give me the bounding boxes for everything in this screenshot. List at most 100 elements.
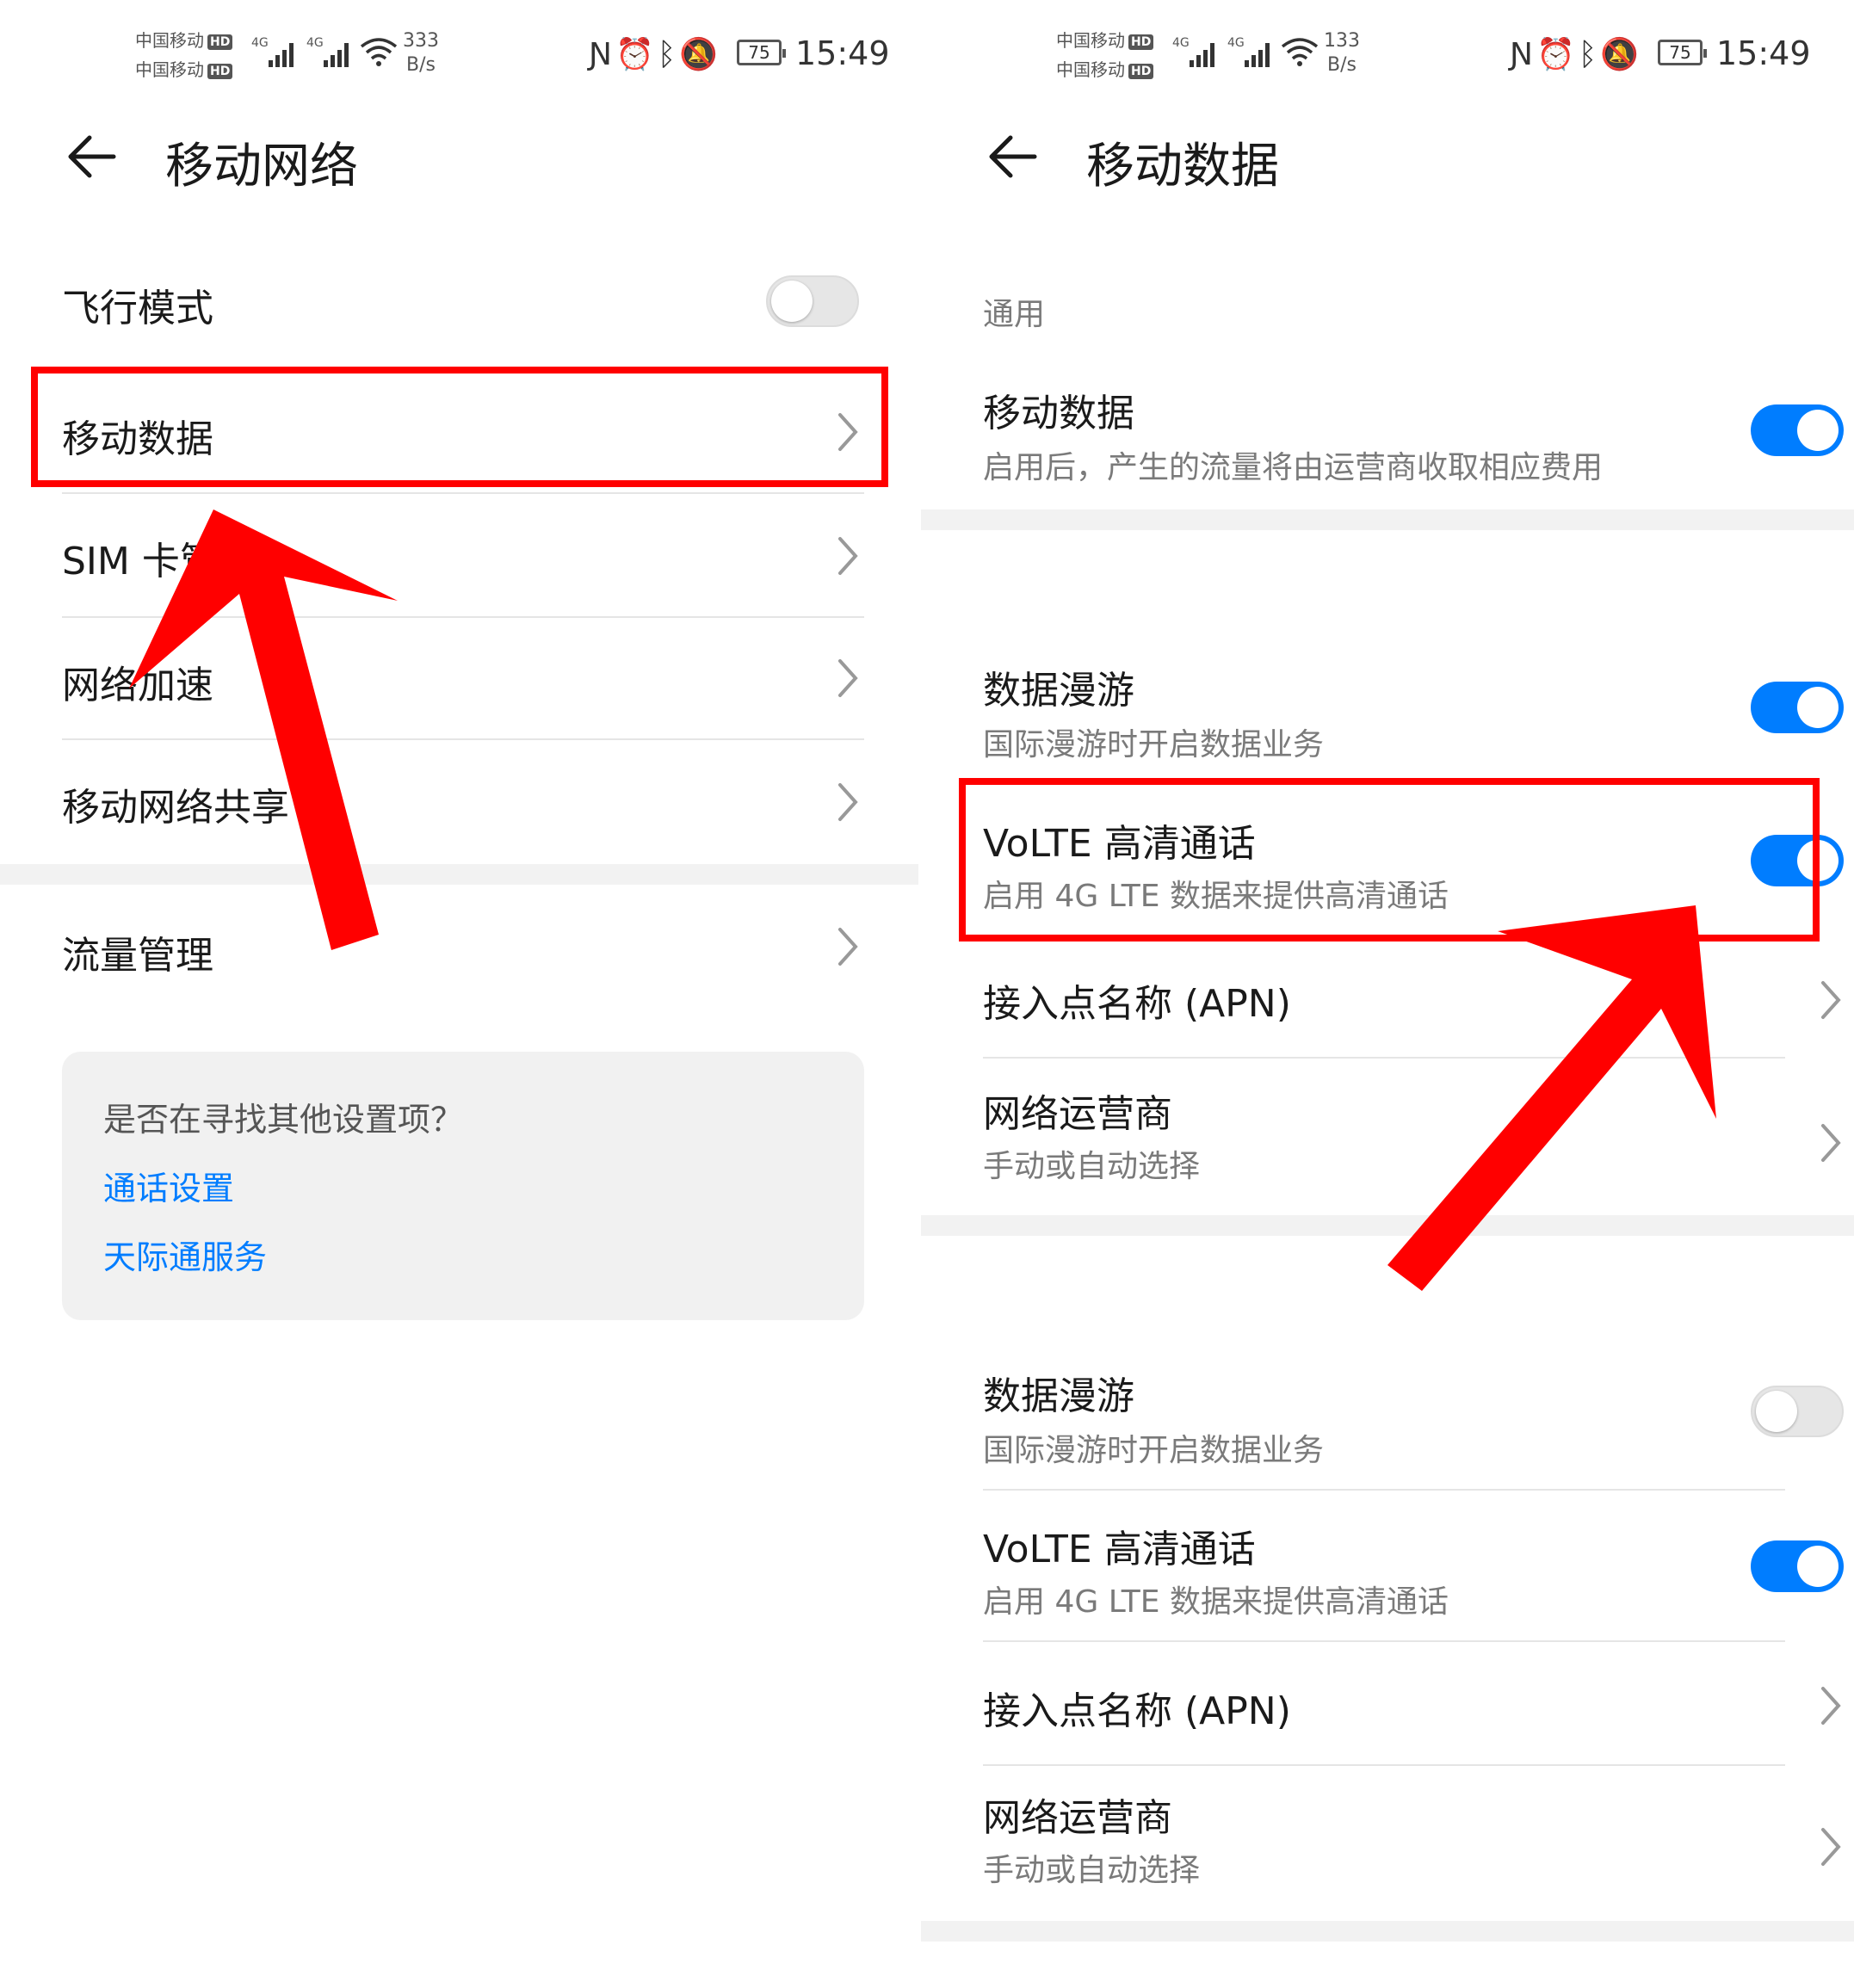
sim2-roaming-row[interactable]: 数据漫游 国际漫游时开启数据业务 xyxy=(983,1353,1854,1482)
network-type-2: 4G xyxy=(306,36,324,50)
sim1-roaming-toggle[interactable] xyxy=(1751,682,1844,733)
chevron-right-icon xyxy=(1821,1828,1841,1866)
network-acceleration-label: 网络加速 xyxy=(62,664,213,707)
carrier-2: 中国移动 xyxy=(135,59,204,80)
skytone-service-link[interactable]: 天际通服务 xyxy=(103,1231,267,1278)
divider xyxy=(983,1489,1785,1491)
right-screen: 中国移动 HD 中国移动 HD 4G 4G 133 B/s Ɲ⏰ᛒ🔕 75 15:4… xyxy=(921,0,1854,1988)
chevron-right-icon xyxy=(838,928,858,966)
tethering-row[interactable]: 移动网络共享 xyxy=(62,740,921,861)
chevron-right-icon xyxy=(838,537,858,575)
network-speed: 133 B/s xyxy=(1324,30,1360,76)
mobile-data-row[interactable]: 移动数据 启用后，产生的流量将由运营商收取相应费用 xyxy=(983,370,1854,499)
page-title: 移动数据 xyxy=(1086,139,1279,194)
divider xyxy=(62,492,864,494)
hd-badge: HD xyxy=(207,63,233,79)
nfc-icon: Ɲ xyxy=(1510,37,1536,72)
section-gap xyxy=(921,509,1854,530)
bluetooth-icon: ᛒ xyxy=(1578,37,1601,72)
network-type-1: 4G xyxy=(251,36,269,50)
signal-icon xyxy=(269,38,294,67)
sim1-carrier-title: 网络运营商 xyxy=(983,1092,1172,1136)
network-type-1: 4G xyxy=(1172,36,1190,50)
status-icons: Ɲ⏰ᛒ🔕 xyxy=(589,38,721,72)
mobile-data-title: 移动数据 xyxy=(983,392,1134,435)
divider xyxy=(983,1764,1785,1766)
battery-icon: 75 xyxy=(737,40,786,65)
wifi-icon xyxy=(1281,38,1319,66)
help-card: 是否在寻找其他设置项？ 通话设置 天际通服务 xyxy=(62,1052,864,1320)
sim1-apn-row[interactable]: 接入点名称 (APN) xyxy=(983,943,1854,1055)
clock: 15:49 xyxy=(795,34,890,72)
alarm-icon: ⏰ xyxy=(1536,37,1579,72)
section-gap xyxy=(921,1215,1854,1236)
data-usage-row[interactable]: 流量管理 xyxy=(62,886,921,1007)
airplane-mode-toggle[interactable] xyxy=(766,275,859,327)
sim2-carrier-subtitle: 手动或自动选择 xyxy=(983,1853,1201,1888)
nfc-icon: Ɲ xyxy=(589,37,615,72)
mobile-data-subtitle: 启用后，产生的流量将由运营商收取相应费用 xyxy=(983,450,1604,485)
app-bar: 移动网络 xyxy=(0,120,921,198)
chevron-right-icon xyxy=(838,659,858,697)
mobile-data-toggle[interactable] xyxy=(1751,404,1844,456)
back-arrow-icon[interactable] xyxy=(986,131,1038,182)
chevron-right-icon xyxy=(838,783,858,821)
alarm-icon: ⏰ xyxy=(615,37,658,72)
mute-icon: 🔕 xyxy=(679,37,722,72)
highlight-box xyxy=(31,367,888,487)
data-usage-label: 流量管理 xyxy=(62,934,213,978)
hd-badge: HD xyxy=(1128,63,1154,79)
airplane-mode-label: 飞行模式 xyxy=(62,287,213,330)
sim1-roaming-title: 数据漫游 xyxy=(983,669,1134,713)
section-gap xyxy=(921,1921,1854,1942)
clock: 15:49 xyxy=(1716,34,1811,72)
app-bar: 移动数据 xyxy=(921,120,1854,198)
battery-icon: 75 xyxy=(1658,40,1707,65)
sim2-carrier-title: 网络运营商 xyxy=(983,1796,1172,1840)
network-type-2: 4G xyxy=(1227,36,1245,50)
carrier-1: 中国移动 xyxy=(135,30,204,51)
hd-badge: HD xyxy=(207,34,233,50)
network-acceleration-row[interactable]: 网络加速 xyxy=(62,618,921,738)
page-title: 移动网络 xyxy=(165,139,358,194)
sim-management-label: SIM 卡管理 xyxy=(62,540,256,583)
hd-badge: HD xyxy=(1128,34,1154,50)
status-bar: 中国移动 HD 中国移动 HD 4G 4G 133 B/s Ɲ⏰ᛒ🔕 75 15:4… xyxy=(921,26,1854,86)
carrier-info: 中国移动 HD 中国移动 HD xyxy=(1056,26,1154,84)
sim2-volte-title: VoLTE 高清通话 xyxy=(983,1528,1256,1571)
left-screen: 中国移动 HD 中国移动 HD 4G 4G 333 B/s Ɲ⏰ᛒ🔕 75 15:4… xyxy=(0,0,921,1988)
sim2-volte-subtitle: 启用 4G LTE 数据来提供高清通话 xyxy=(983,1584,1449,1620)
sim2-volte-row[interactable]: VoLTE 高清通话 启用 4G LTE 数据来提供高清通话 xyxy=(983,1504,1854,1633)
tethering-label: 移动网络共享 xyxy=(62,786,289,830)
sim1-roaming-row[interactable]: 数据漫游 国际漫游时开启数据业务 xyxy=(983,647,1854,776)
chevron-right-icon xyxy=(1821,981,1841,1019)
sim2-apn-title: 接入点名称 (APN) xyxy=(983,1689,1291,1733)
sim2-volte-toggle[interactable] xyxy=(1751,1540,1844,1592)
sim1-roaming-subtitle: 国际漫游时开启数据业务 xyxy=(983,727,1325,762)
sim2-apn-row[interactable]: 接入点名称 (APN) xyxy=(983,1649,1854,1761)
back-arrow-icon[interactable] xyxy=(65,131,117,182)
mute-icon: 🔕 xyxy=(1600,37,1643,72)
wifi-icon xyxy=(360,38,398,66)
sim-management-row[interactable]: SIM 卡管理 xyxy=(62,496,921,616)
signal-icon xyxy=(1245,38,1270,67)
status-icons: Ɲ⏰ᛒ🔕 xyxy=(1510,38,1642,72)
network-speed: 333 B/s xyxy=(403,30,439,76)
sim2-roaming-toggle[interactable] xyxy=(1751,1386,1844,1437)
sim1-carrier-row[interactable]: 网络运营商 手动或自动选择 xyxy=(983,1067,1854,1205)
airplane-mode-row[interactable]: 飞行模式 xyxy=(62,258,921,344)
chevron-right-icon xyxy=(1821,1687,1841,1725)
signal-icon xyxy=(1190,38,1214,67)
highlight-box xyxy=(959,778,1820,942)
signal-icon xyxy=(324,38,349,67)
call-settings-link[interactable]: 通话设置 xyxy=(103,1162,234,1209)
status-bar: 中国移动 HD 中国移动 HD 4G 4G 333 B/s Ɲ⏰ᛒ🔕 75 15:4… xyxy=(0,26,921,86)
help-question: 是否在寻找其他设置项？ xyxy=(103,1101,464,1139)
sim2-roaming-title: 数据漫游 xyxy=(983,1374,1134,1418)
sim2-roaming-subtitle: 国际漫游时开启数据业务 xyxy=(983,1433,1325,1468)
section-gap xyxy=(0,864,921,885)
section-label-general: 通用 xyxy=(983,297,1046,332)
sim2-carrier-row[interactable]: 网络运营商 手动或自动选择 xyxy=(983,1773,1854,1911)
carrier-2: 中国移动 xyxy=(1056,59,1125,80)
carrier-1: 中国移动 xyxy=(1056,30,1125,51)
